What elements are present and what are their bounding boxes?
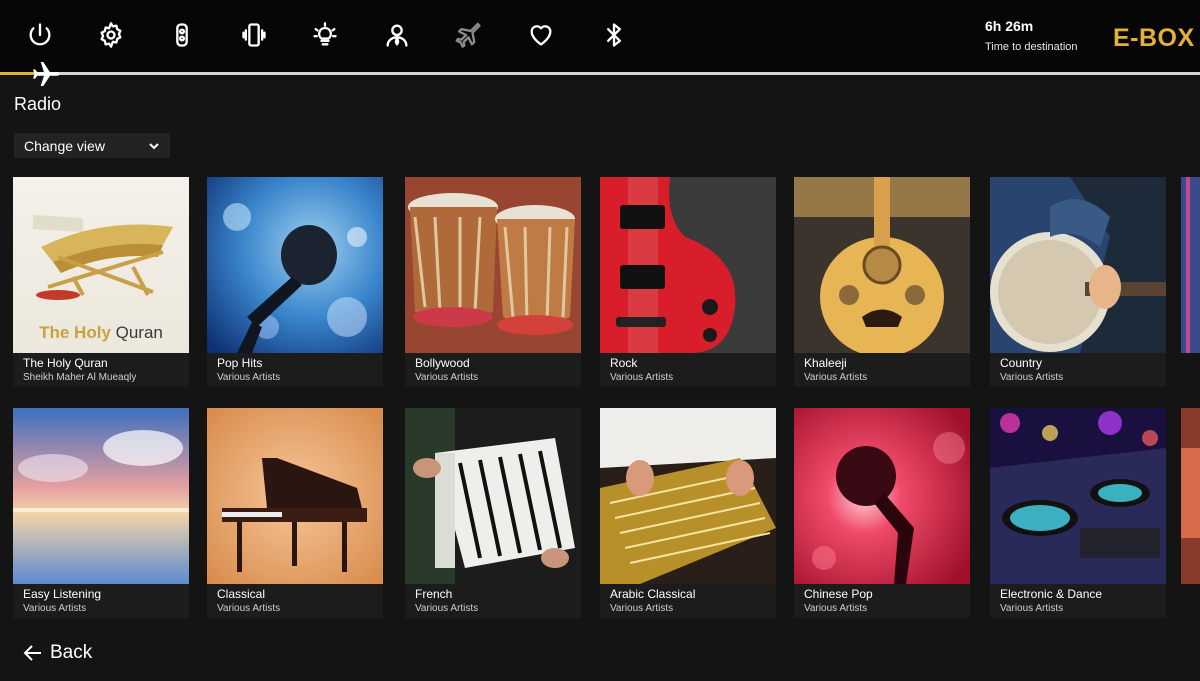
chevron-down-icon [149, 142, 159, 149]
tile-caption: Bollywood Various Artists [405, 353, 581, 387]
tile-title: Rock [610, 356, 638, 370]
tile-artist: Various Artists [1000, 372, 1064, 383]
album-art [794, 177, 970, 353]
tile-caption: Arabic Classical Various Artists [600, 584, 776, 618]
tile-title: Country [1000, 356, 1043, 370]
back-arrow-icon [23, 645, 41, 661]
quran-art-title-rest: Quran [110, 323, 163, 342]
station-tile-arabic-classical[interactable]: Arabic Classical Various Artists [600, 408, 776, 618]
album-art [1181, 177, 1200, 353]
album-art [13, 408, 189, 584]
tile-artist: Various Artists [415, 372, 479, 383]
station-tile-partial[interactable] [1181, 408, 1200, 584]
album-art [990, 177, 1166, 353]
brand-logo: E-BOX [1113, 24, 1195, 52]
album-art [600, 408, 776, 584]
quran-art-title: The Holy Quran [13, 323, 189, 343]
tile-title: The Holy Quran [23, 356, 108, 370]
album-art [1181, 408, 1200, 584]
back-label: Back [50, 642, 93, 663]
station-tile-classical[interactable]: Classical Various Artists [207, 408, 383, 618]
tile-caption: Chinese Pop Various Artists [794, 584, 970, 618]
time-remaining: 6h 26m [985, 18, 1034, 34]
album-art [405, 177, 581, 353]
station-tile-partial[interactable] [1181, 177, 1200, 353]
tile-caption: Electronic & Dance Various Artists [990, 584, 1166, 618]
power-icon[interactable] [23, 18, 57, 52]
tile-caption: Easy Listening Various Artists [13, 584, 189, 618]
album-art [990, 408, 1166, 584]
tile-caption: Khaleeji Various Artists [794, 353, 970, 387]
tile-caption: Country Various Artists [990, 353, 1166, 387]
remote-control-icon[interactable] [165, 18, 199, 52]
station-tile-country[interactable]: Country Various Artists [990, 177, 1166, 387]
station-tile-bollywood[interactable]: Bollywood Various Artists [405, 177, 581, 387]
tile-caption: Rock Various Artists [600, 353, 776, 387]
album-art [794, 408, 970, 584]
call-attendant-icon[interactable] [380, 18, 414, 52]
station-tile-easy-listening[interactable]: Easy Listening Various Artists [13, 408, 189, 618]
tile-title: Electronic & Dance [1000, 587, 1103, 601]
tile-caption: French Various Artists [405, 584, 581, 618]
album-art: The Holy Quran [13, 177, 189, 353]
station-tile-electronic-dance[interactable]: Electronic & Dance Various Artists [990, 408, 1166, 618]
tile-title: Chinese Pop [804, 587, 873, 601]
tile-title: Pop Hits [217, 356, 263, 370]
reading-light-icon[interactable] [308, 18, 342, 52]
tile-artist: Various Artists [610, 372, 674, 383]
time-label: Time to destination [985, 41, 1078, 53]
flight-position-plane-icon [30, 58, 62, 90]
flight-eta: 6h 26m Time to destination [985, 18, 1078, 53]
tile-artist: Various Artists [415, 603, 479, 614]
tile-title: Easy Listening [23, 587, 102, 601]
album-art [207, 408, 383, 584]
tile-title: Khaleeji [804, 356, 847, 370]
tile-artist: Sheikh Maher Al Mueaqly [23, 372, 137, 383]
album-art [207, 177, 383, 353]
tile-artist: Various Artists [804, 603, 868, 614]
station-tile-holy-quran[interactable]: The Holy Quran The Holy Quran Sheikh Mah… [13, 177, 189, 387]
tile-artist: Various Artists [217, 603, 281, 614]
airplane-icon[interactable] [452, 18, 486, 52]
station-tile-pop-hits[interactable]: Pop Hits Various Artists [207, 177, 383, 387]
tile-artist: Various Artists [610, 603, 674, 614]
change-view-label: Change view [24, 137, 105, 154]
heart-icon[interactable] [524, 18, 558, 52]
tile-title: Classical [217, 587, 266, 601]
tile-artist: Various Artists [217, 372, 281, 383]
station-tile-khaleeji[interactable]: Khaleeji Various Artists [794, 177, 970, 387]
tile-artist: Various Artists [804, 372, 868, 383]
tile-artist: Various Artists [23, 603, 87, 614]
album-art [405, 408, 581, 584]
page-title: Radio [14, 94, 62, 114]
quran-art-title-bold: The Holy [39, 323, 111, 342]
flight-progress-track [0, 72, 1200, 75]
phone-vibrate-icon[interactable] [237, 18, 271, 52]
station-tile-chinese-pop[interactable]: Chinese Pop Various Artists [794, 408, 970, 618]
settings-icon[interactable] [94, 18, 128, 52]
station-tile-rock[interactable]: Rock Various Artists [600, 177, 776, 387]
tile-caption: The Holy Quran Sheikh Maher Al Mueaqly [13, 353, 189, 387]
tile-title: Bollywood [415, 356, 470, 370]
album-art [600, 177, 776, 353]
bluetooth-icon[interactable] [597, 18, 631, 52]
tile-title: French [415, 587, 453, 601]
tile-artist: Various Artists [1000, 603, 1064, 614]
change-view-dropdown[interactable]: Change view [14, 133, 170, 158]
tile-title: Arabic Classical [610, 587, 696, 601]
station-tile-french[interactable]: French Various Artists [405, 408, 581, 618]
tile-caption: Classical Various Artists [207, 584, 383, 618]
tile-caption: Pop Hits Various Artists [207, 353, 383, 387]
back-button[interactable]: Back [22, 642, 92, 664]
